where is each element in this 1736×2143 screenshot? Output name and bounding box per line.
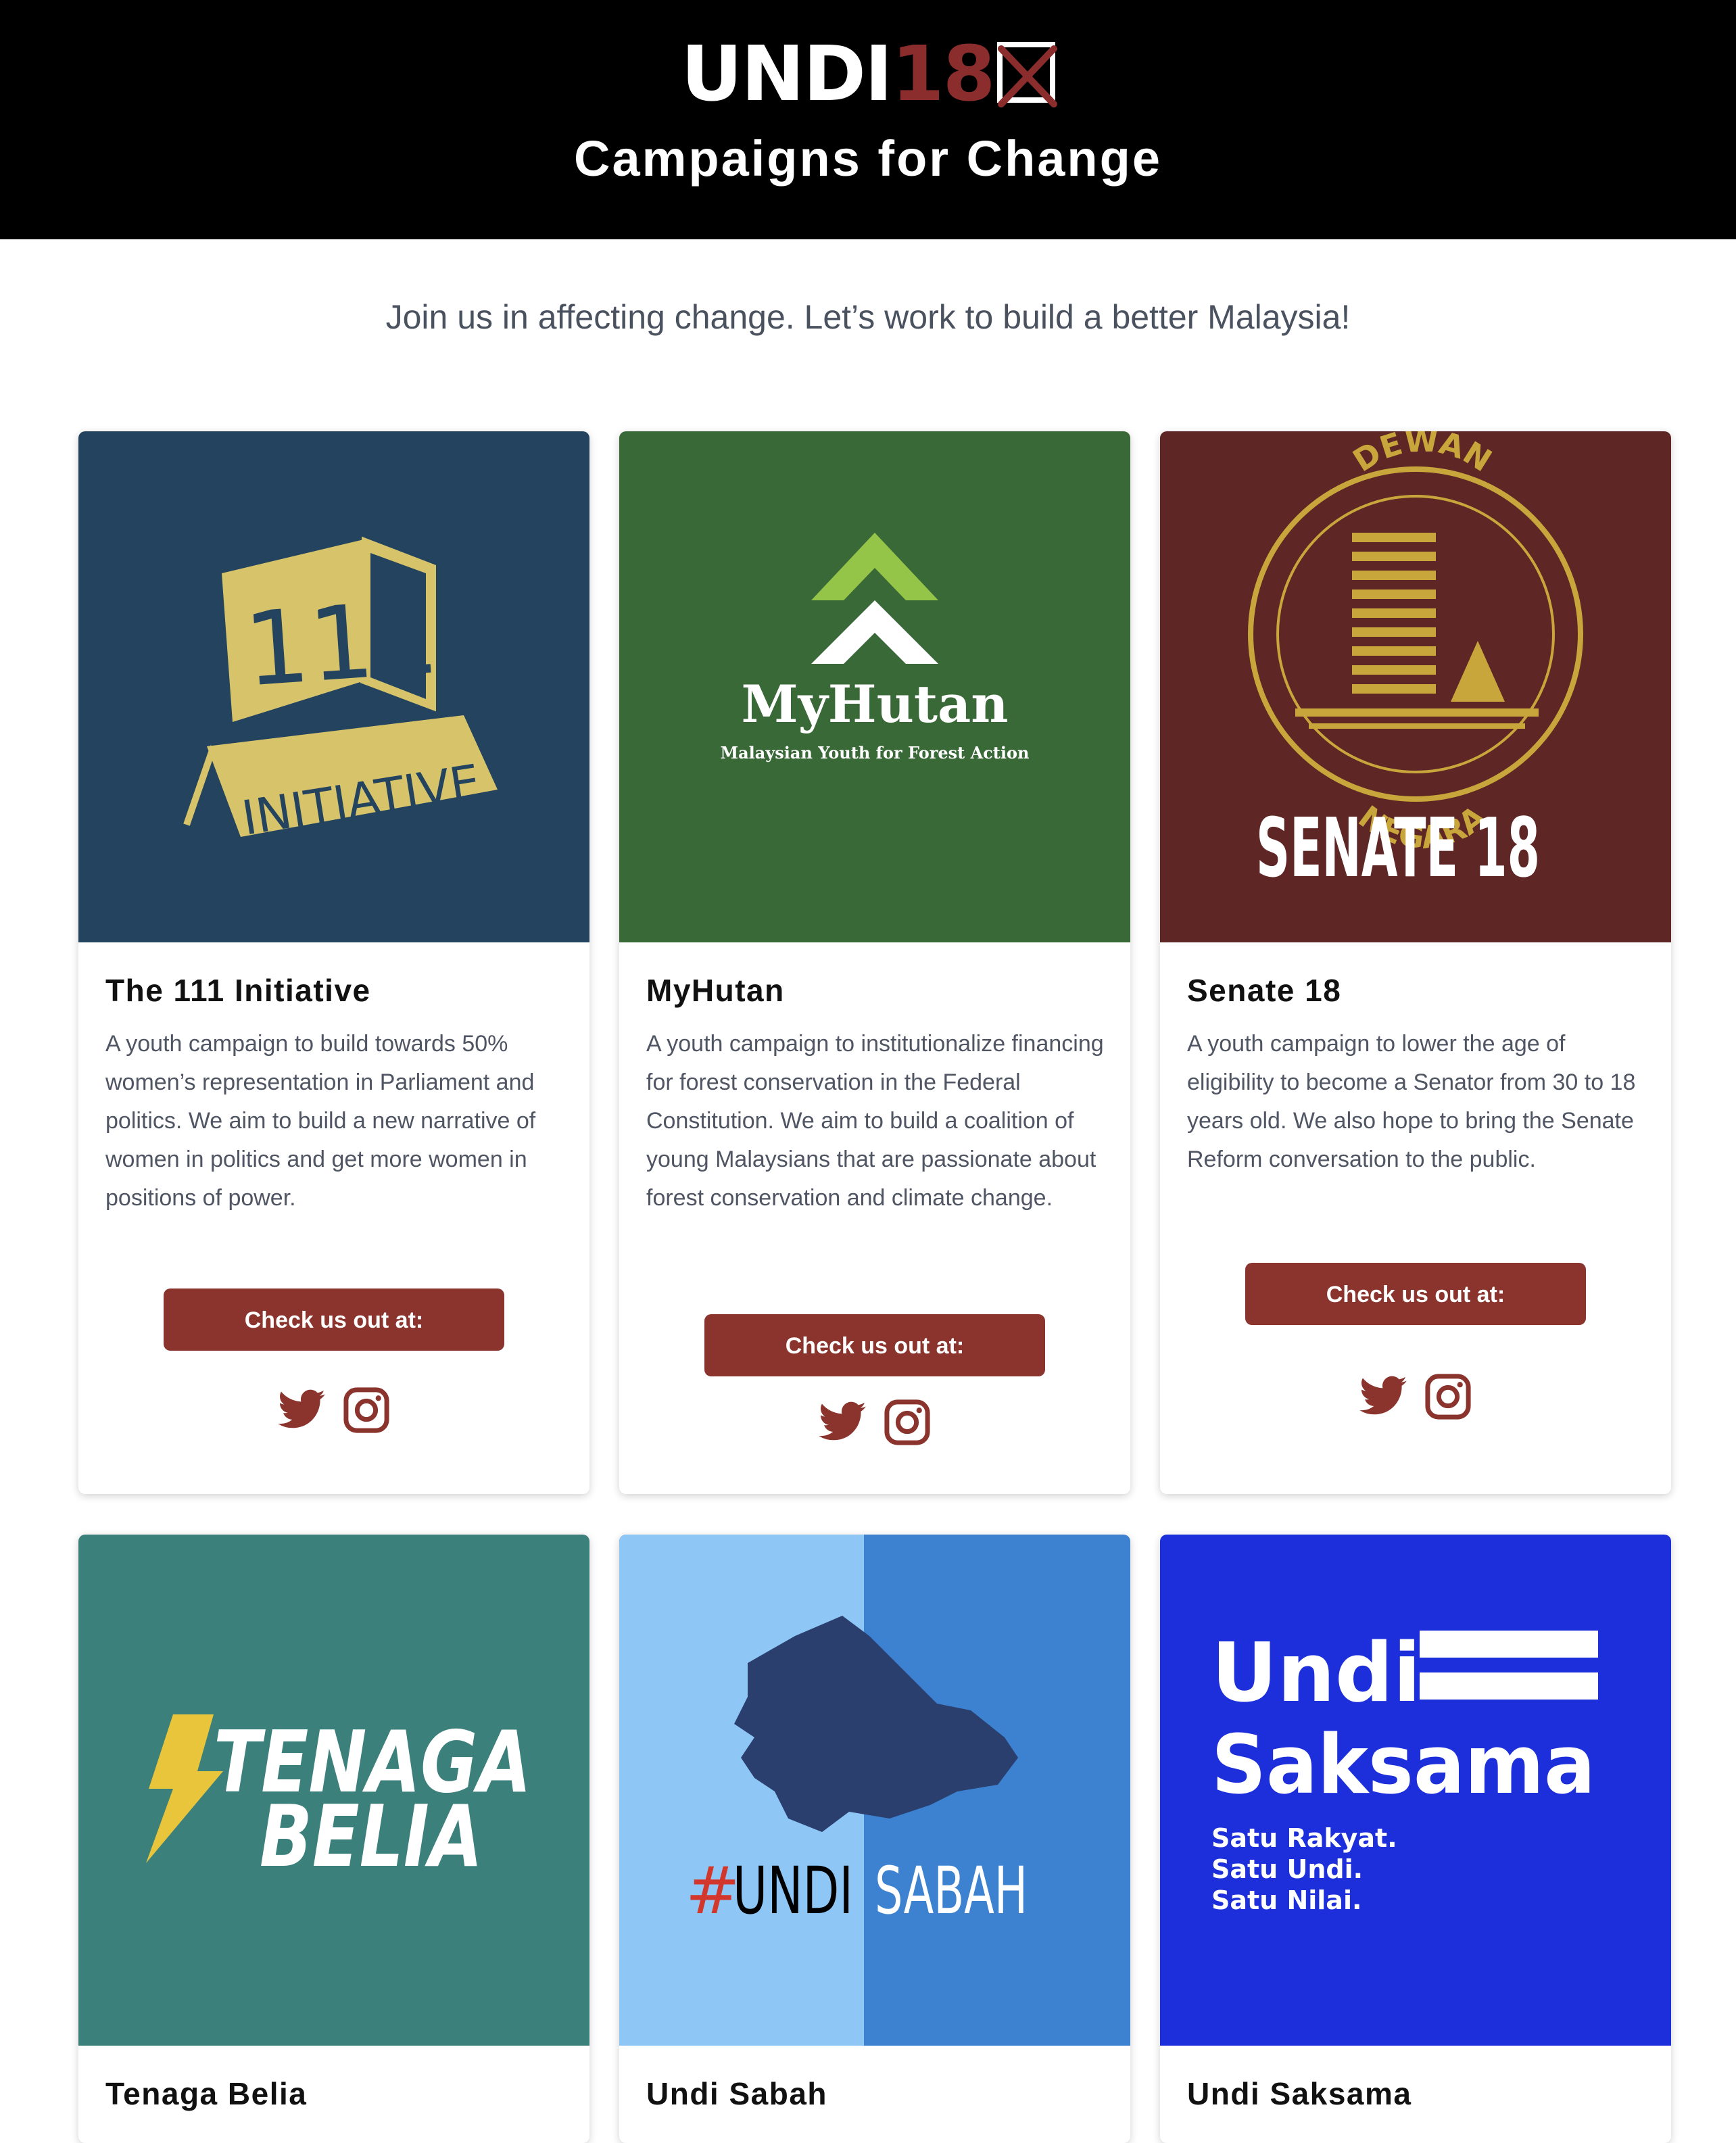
check-us-out-button[interactable]: Check us out at: xyxy=(1245,1263,1586,1325)
logo-text-18: 18 xyxy=(891,30,996,118)
tree-chevron-top xyxy=(811,533,938,600)
logo-text-undi: UNDI xyxy=(681,30,892,118)
social-links xyxy=(78,1384,589,1436)
instagram-icon[interactable] xyxy=(341,1384,392,1436)
campaign-image[interactable]: Undi Saksama Satu Rakyat. Satu Undi. Sat… xyxy=(1160,1535,1671,2046)
card-description: A youth campaign to lower the age of eli… xyxy=(1187,1031,1636,1172)
campaign-image[interactable]: DEWAN NEGARA SENATE 18 xyxy=(1160,431,1671,942)
card-title: Senate 18 xyxy=(1187,973,1342,1008)
logo-saksama-text: Saksama xyxy=(1211,1718,1595,1812)
card-title: Undi Sabah xyxy=(646,2076,828,2111)
campaign-card-undi-sabah: # UNDI SABAH Undi Sabah xyxy=(619,1535,1130,2143)
site-header: UNDI18 Campaigns for Change xyxy=(0,0,1736,239)
parliament-building-icon xyxy=(1295,533,1539,729)
campaign-image[interactable]: # UNDI SABAH xyxy=(619,1535,1130,2046)
page-title: Campaigns for Change xyxy=(574,130,1162,187)
logo-myhutan-text: MyHutan xyxy=(742,674,1009,734)
logo-111-text: 111 xyxy=(241,579,442,710)
campaign-image[interactable]: TENAGA BELIA xyxy=(78,1535,589,2046)
ballot-box-icon xyxy=(996,42,1057,107)
twitter-icon[interactable] xyxy=(276,1384,327,1436)
logo-undi-text: Undi xyxy=(1211,1627,1421,1720)
card-description: A youth campaign to institutionalize fin… xyxy=(646,1031,1104,1211)
slogan-line-3: Satu Nilai. xyxy=(1211,1885,1361,1915)
card-title: The 111 Initiative xyxy=(105,973,371,1008)
undi-text: UNDI xyxy=(733,1853,853,1929)
campaign-image[interactable]: MyHutan Malaysian Youth for Forest Actio… xyxy=(619,431,1130,942)
card-title: MyHutan xyxy=(646,973,785,1008)
equals-sign-icon xyxy=(1420,1631,1598,1658)
campaign-card-myhutan: MyHutan Malaysian Youth for Forest Actio… xyxy=(619,431,1130,1494)
card-title: Tenaga Belia xyxy=(105,2076,308,2111)
page-subtitle: Join us in affecting change. Let’s work … xyxy=(385,298,1351,336)
social-links xyxy=(619,1397,1130,1448)
campaign-card-111-initiative: 111 INITIATIVE The 111 Initiative A yout… xyxy=(78,431,589,1494)
instagram-icon[interactable] xyxy=(1422,1371,1474,1422)
twitter-icon[interactable] xyxy=(817,1397,868,1448)
lightning-bolt-icon xyxy=(146,1714,223,1863)
instagram-icon[interactable] xyxy=(882,1397,933,1448)
check-us-out-button[interactable]: Check us out at: xyxy=(164,1289,504,1351)
logo-tagline-text: Malaysian Youth for Forest Action xyxy=(721,743,1030,763)
campaign-card-undi-saksama: Undi Saksama Satu Rakyat. Satu Undi. Sat… xyxy=(1160,1535,1671,2143)
check-us-out-button[interactable]: Check us out at: xyxy=(704,1314,1045,1376)
slogan-line-2: Satu Undi. xyxy=(1211,1854,1363,1884)
campaign-image[interactable]: 111 INITIATIVE xyxy=(78,431,589,942)
twitter-icon[interactable] xyxy=(1357,1371,1409,1422)
campaign-card-senate-18: DEWAN NEGARA SENATE 18 Senate 18 A youth… xyxy=(1160,431,1671,1494)
card-description: A youth campaign to build towards 50% wo… xyxy=(105,1031,536,1211)
tree-chevron-bottom xyxy=(811,600,938,664)
social-links xyxy=(1160,1371,1671,1422)
sabah-text: SABAH xyxy=(875,1853,1028,1929)
slogan-line-1: Satu Rakyat. xyxy=(1211,1823,1397,1853)
campaign-card-tenaga-belia: TENAGA BELIA Tenaga Belia xyxy=(78,1535,589,2143)
card-title: Undi Saksama xyxy=(1187,2076,1412,2111)
senate-18-text: SENATE 18 xyxy=(1256,802,1540,896)
undi18-logo[interactable]: UNDI18 xyxy=(0,34,1736,115)
hash-text: # xyxy=(685,1853,740,1929)
logo-belia-text: BELIA xyxy=(260,1787,483,1886)
